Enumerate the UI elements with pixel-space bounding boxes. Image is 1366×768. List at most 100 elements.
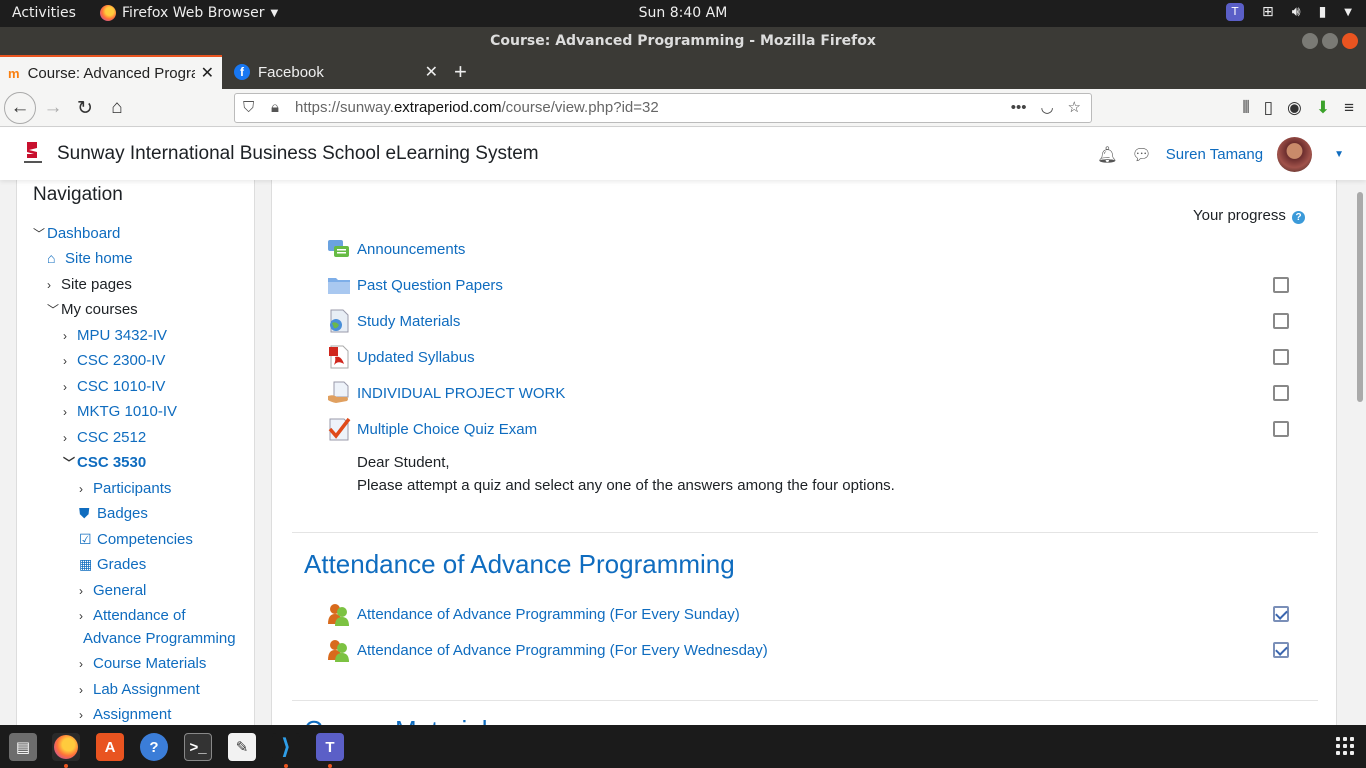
nav-course-csc1010[interactable]: › CSC 1010-IV <box>63 378 165 395</box>
activity-announcements[interactable]: Announcements <box>327 237 465 261</box>
nav-course-csc2300[interactable]: › CSC 2300-IV <box>63 352 165 369</box>
completion-checkbox[interactable] <box>1273 313 1289 329</box>
help-icon[interactable]: ? <box>1292 211 1305 224</box>
app-menu[interactable]: Firefox Web Browser ▼ <box>100 5 278 21</box>
chevron-right-icon[interactable]: › <box>63 431 77 445</box>
avatar[interactable] <box>1277 137 1313 172</box>
tab-course[interactable]: m Course: Advanced Programming ✕ <box>0 55 222 89</box>
nav-badges[interactable]: ⛊ Badges <box>79 505 148 522</box>
sidebar-icon[interactable]: ▯ <box>1264 98 1273 118</box>
clock[interactable]: Sun 8:40 AM <box>639 5 728 21</box>
vscode-icon[interactable]: ⟩ <box>272 733 300 761</box>
tab-facebook[interactable]: f Facebook ✕ <box>226 55 446 89</box>
tracking-shield-icon[interactable]: ⛉ <box>243 94 254 122</box>
teams-dock-icon[interactable]: T <box>316 733 344 761</box>
sunway-logo-icon[interactable] <box>22 140 44 166</box>
chevron-right-icon[interactable]: › <box>63 380 77 394</box>
chevron-right-icon[interactable]: › <box>47 278 61 292</box>
text-editor-icon[interactable]: ✎ <box>228 733 256 761</box>
firefox-dock-icon[interactable] <box>52 733 80 761</box>
close-tab-icon[interactable]: ✕ <box>425 62 438 82</box>
volume-icon[interactable]: 🔊︎ <box>1292 4 1301 20</box>
scrollbar-thumb[interactable] <box>1357 192 1363 402</box>
nav-competencies[interactable]: ☑ Competencies <box>79 531 193 548</box>
chevron-right-icon[interactable]: › <box>79 683 93 697</box>
chevron-right-icon[interactable]: › <box>79 657 93 671</box>
completion-checkbox[interactable] <box>1273 385 1289 401</box>
chevron-down-icon[interactable]: ﹀ <box>33 225 47 242</box>
home-button[interactable]: ⌂ <box>102 93 132 123</box>
nav-course-csc3530[interactable]: ﹀ CSC 3530 <box>63 454 146 471</box>
minimize-button[interactable] <box>1302 33 1318 49</box>
bell-icon[interactable]: 🔔︎ <box>1097 145 1117 165</box>
activities-button[interactable]: Activities <box>12 5 76 21</box>
nav-course-csc2512[interactable]: › CSC 2512 <box>63 429 146 446</box>
chevron-down-icon[interactable]: ﹀ <box>63 454 77 471</box>
back-button[interactable]: ← <box>4 92 36 124</box>
nav-site-pages[interactable]: › Site pages <box>47 276 132 293</box>
chevron-down-icon[interactable]: ▼ <box>1334 149 1344 160</box>
nav-attendance-line2[interactable]: Advance Programming <box>83 630 236 647</box>
teams-tray-icon[interactable]: T <box>1226 3 1245 21</box>
nav-lab-assignment[interactable]: › Lab Assignment <box>79 681 200 698</box>
system-tray[interactable]: T ⊞ 🔊︎ ▮ ▼ <box>1226 3 1352 21</box>
chevron-right-icon[interactable]: › <box>79 584 93 598</box>
extension-icon[interactable]: ◉ <box>1287 98 1302 118</box>
nav-assignment[interactable]: › Assignment <box>79 706 171 723</box>
menu-icon[interactable]: ≡ <box>1344 98 1354 118</box>
page-scrollbar[interactable] <box>1354 180 1366 725</box>
nav-dashboard[interactable]: ﹀ Dashboard <box>33 225 120 242</box>
bookmark-star-icon[interactable]: ☆ <box>1068 94 1081 122</box>
nav-site-home[interactable]: ⌂ Site home <box>47 250 133 267</box>
nav-course-materials[interactable]: › Course Materials <box>79 655 206 672</box>
site-name[interactable]: Sunway International Business School eLe… <box>57 143 539 165</box>
activity-individual-project-work[interactable]: INDIVIDUAL PROJECT WORK <box>327 381 565 405</box>
completion-checkbox-checked[interactable] <box>1273 642 1289 658</box>
next-section-title[interactable]: Course Materials <box>304 715 501 725</box>
activity-study-materials[interactable]: Study Materials <box>327 309 460 333</box>
chevron-down-icon[interactable]: ▼ <box>1344 7 1352 18</box>
reload-button[interactable]: ↻ <box>70 93 100 123</box>
show-applications-icon[interactable] <box>1336 737 1354 755</box>
close-tab-icon[interactable]: ✕ <box>201 63 214 83</box>
nav-grades[interactable]: ▦ Grades <box>79 556 146 573</box>
completion-checkbox-checked[interactable] <box>1273 606 1289 622</box>
completion-checkbox[interactable] <box>1273 277 1289 293</box>
url-bar[interactable]: ⛉ 🔒︎ https://sunway.extraperiod.com/cour… <box>234 93 1092 123</box>
chevron-right-icon[interactable]: › <box>79 482 93 496</box>
file-manager-icon[interactable]: ▤ <box>9 733 37 761</box>
chevron-down-icon[interactable]: ﹀ <box>47 301 61 318</box>
nav-attendance[interactable]: › Attendance of <box>79 607 186 624</box>
nav-general[interactable]: › General <box>79 582 146 599</box>
nav-course-mpu[interactable]: › MPU 3432-IV <box>63 327 167 344</box>
nav-course-mktg[interactable]: › MKTG 1010-IV <box>63 403 177 420</box>
chevron-right-icon[interactable]: › <box>79 708 93 722</box>
new-tab-button[interactable]: + <box>454 59 467 85</box>
maximize-button[interactable] <box>1322 33 1338 49</box>
download-icon[interactable]: ⬇ <box>1316 98 1330 118</box>
nav-participants[interactable]: › Participants <box>79 480 171 497</box>
activity-past-question-papers[interactable]: Past Question Papers <box>327 273 503 297</box>
activity-updated-syllabus[interactable]: Updated Syllabus <box>327 345 475 369</box>
network-icon[interactable]: ⊞ <box>1262 4 1274 20</box>
message-icon[interactable]: 💬︎ <box>1131 145 1151 165</box>
section-title[interactable]: Attendance of Advance Programming <box>304 549 735 580</box>
chevron-right-icon[interactable]: › <box>63 405 77 419</box>
activity-attendance-wednesday[interactable]: Attendance of Advance Programming (For E… <box>327 638 768 662</box>
close-window-button[interactable] <box>1342 33 1358 49</box>
activity-attendance-sunday[interactable]: Attendance of Advance Programming (For E… <box>327 602 740 626</box>
user-name[interactable]: Suren Tamang <box>1166 146 1263 163</box>
terminal-icon[interactable]: >_ <box>184 733 212 761</box>
page-actions-icon[interactable]: ••• <box>1011 94 1027 122</box>
chevron-right-icon[interactable]: › <box>79 609 93 623</box>
activity-multiple-choice-quiz[interactable]: Multiple Choice Quiz Exam <box>327 417 537 441</box>
forward-button[interactable]: → <box>38 93 68 123</box>
completion-checkbox[interactable] <box>1273 349 1289 365</box>
help-dock-icon[interactable]: ? <box>140 733 168 761</box>
lock-icon[interactable]: 🔒︎ <box>271 94 279 122</box>
completion-checkbox[interactable] <box>1273 421 1289 437</box>
chevron-right-icon[interactable]: › <box>63 354 77 368</box>
pocket-icon[interactable]: ◡ <box>1040 94 1053 122</box>
battery-icon[interactable]: ▮ <box>1319 4 1327 20</box>
library-icon[interactable]: ⫴ <box>1242 98 1249 118</box>
